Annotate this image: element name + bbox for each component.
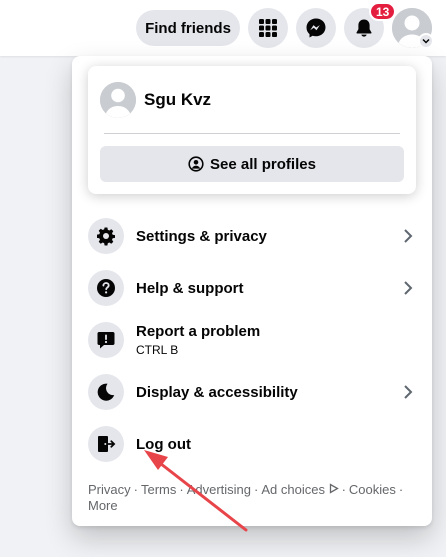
footer-link-ad-choices[interactable]: Ad choices <box>261 482 339 497</box>
footer-link-privacy[interactable]: Privacy <box>88 482 131 497</box>
messenger-icon <box>306 18 326 38</box>
menu-item-display-accessibility[interactable]: Display & accessibility <box>80 366 424 418</box>
profile-link[interactable]: Sgu Kvz <box>100 82 211 118</box>
find-friends-button[interactable]: Find friends <box>136 10 240 46</box>
menu-item-report-problem[interactable]: Report a problem CTRL B <box>80 314 424 366</box>
profile-card: Sgu Kvz See all profiles <box>88 66 416 194</box>
moon-icon <box>88 374 124 410</box>
footer-link-terms[interactable]: Terms <box>141 482 176 497</box>
top-navigation-bar: Find friends 13 <box>0 0 446 56</box>
footer-link-cookies[interactable]: Cookies <box>349 482 396 497</box>
avatar <box>100 82 136 118</box>
menu-item-label: Log out <box>136 435 191 453</box>
menu-item-help-support[interactable]: Help & support <box>80 262 424 314</box>
menu-grid-button[interactable] <box>248 8 288 48</box>
ad-choices-icon <box>329 483 339 494</box>
profile-name: Sgu Kvz <box>144 90 212 109</box>
see-all-profiles-button[interactable]: See all profiles <box>100 146 404 182</box>
chevron-right-icon <box>396 276 420 300</box>
footer-link-advertising[interactable]: Advertising <box>187 482 251 497</box>
chevron-right-icon <box>396 380 420 404</box>
account-menu-chevron[interactable] <box>418 33 434 49</box>
chevron-right-icon <box>396 224 420 248</box>
bell-icon <box>356 19 372 37</box>
menu-item-label: Help & support <box>136 279 244 297</box>
menu-item-label: Settings & privacy <box>136 227 267 245</box>
divider <box>104 133 400 134</box>
account-menu-dropdown: Sgu Kvz See all profiles Settings & priv… <box>72 56 432 526</box>
grid-icon <box>259 19 277 37</box>
menu-item-settings-privacy[interactable]: Settings & privacy <box>80 210 424 262</box>
logout-icon <box>88 426 124 462</box>
question-icon <box>88 270 124 306</box>
keyboard-shortcut: CTRL B <box>136 343 179 357</box>
report-icon <box>88 322 124 358</box>
see-all-profiles-label: See all profiles <box>210 155 316 173</box>
menu-item-label: Report a problem <box>136 323 261 340</box>
footer-links: Privacy · Terms · Advertising · Ad choices · Co… <box>88 482 404 513</box>
footer-link-more[interactable]: More <box>88 498 118 513</box>
profiles-icon <box>188 156 204 172</box>
gear-icon <box>88 218 124 254</box>
messenger-button[interactable] <box>296 8 336 48</box>
menu-item-label: Display & accessibility <box>136 383 298 401</box>
menu-item-log-out[interactable]: Log out <box>80 418 424 470</box>
chevron-down-icon <box>422 38 430 44</box>
notifications-count-badge: 13 <box>369 2 397 21</box>
